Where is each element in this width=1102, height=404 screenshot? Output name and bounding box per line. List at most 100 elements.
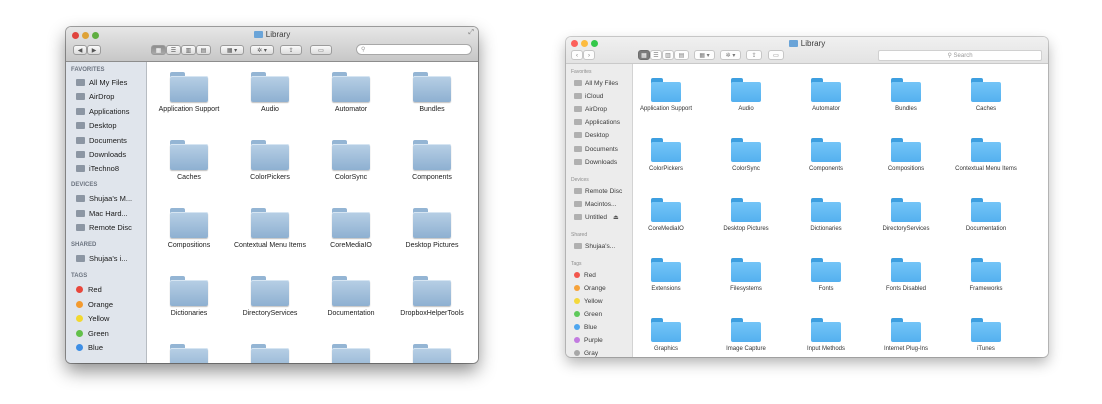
sidebar-tag-red[interactable]: Red [574, 272, 596, 279]
search-input[interactable]: ⚲ Search [878, 50, 1042, 61]
sidebar-tag-orange[interactable]: Orange [76, 300, 113, 309]
arrange-button[interactable]: ▦ ▾ [220, 45, 244, 55]
folder-item[interactable]: Contextual Menu Items [231, 208, 309, 250]
cover-flow-button[interactable]: ▤ [196, 45, 211, 55]
arrange-button[interactable]: ▦ ▾ [694, 50, 715, 60]
folder-item[interactable]: Application Support [150, 72, 228, 114]
folder-item[interactable]: Dictionaries [150, 276, 228, 318]
folder-item[interactable]: Bundles [869, 78, 943, 113]
folder-item[interactable]: Bundles [393, 72, 471, 114]
folder-item[interactable]: Contextual Menu Items [949, 138, 1023, 173]
sidebar-item-remote-disc[interactable]: Remote Disc [574, 188, 622, 195]
folder-item[interactable]: Components [789, 138, 863, 173]
folder-item[interactable]: ColorPickers [231, 140, 309, 182]
share-button[interactable]: ⇪ [746, 50, 762, 60]
folder-item[interactable]: Input Methods [789, 318, 863, 353]
sidebar-tag-yellow[interactable]: Yellow [574, 298, 603, 305]
tags-button[interactable]: ▭ [310, 45, 332, 55]
folder-item[interactable]: iTunes [949, 318, 1023, 353]
column-view-button[interactable]: ▥ [662, 50, 674, 60]
folder-item[interactable]: Audio [709, 78, 783, 113]
folder-item[interactable]: Caches [150, 140, 228, 182]
sidebar-item-applications[interactable]: Applications [574, 119, 620, 126]
sidebar-item-desktop[interactable]: Desktop [76, 121, 117, 130]
sidebar-item-applications[interactable]: Applications [76, 107, 129, 116]
folder-item[interactable]: Dictionaries [789, 198, 863, 233]
action-gear-button[interactable]: ✲ ▾ [720, 50, 741, 60]
sidebar-item-desktop[interactable]: Desktop [574, 132, 609, 139]
folder-item[interactable]: Documentation [312, 276, 390, 318]
sidebar-item-mac-hard-disk[interactable]: Mac Hard... [76, 209, 128, 218]
folder-item[interactable]: Extensions [633, 258, 703, 293]
back-button[interactable]: ◀ [73, 45, 87, 55]
folder-item[interactable]: Desktop Pictures [393, 208, 471, 250]
share-button[interactable]: ⇪ [280, 45, 302, 55]
sidebar-item-airdrop[interactable]: AirDrop [76, 92, 114, 101]
sidebar-tag-gray[interactable]: Gray [574, 350, 598, 357]
folder-item[interactable]: Fonts Disabled [869, 258, 943, 293]
sidebar-item-downloads[interactable]: Downloads [574, 159, 617, 166]
sidebar-tag-orange[interactable]: Orange [574, 285, 606, 292]
action-gear-button[interactable]: ✲ ▾ [250, 45, 274, 55]
sidebar-tag-blue[interactable]: Blue [574, 324, 597, 331]
sidebar-item-icloud[interactable]: iCloud [574, 93, 603, 100]
sidebar-item-home[interactable]: iTechno8 [76, 164, 119, 173]
sidebar-tag-blue[interactable]: Blue [76, 343, 103, 352]
list-view-button[interactable]: ☰ [650, 50, 662, 60]
folder-item[interactable]: Application Support [633, 78, 703, 113]
folder-item[interactable] [312, 344, 390, 363]
search-input[interactable]: ⚲ [356, 44, 472, 55]
folder-item[interactable]: DirectoryServices [869, 198, 943, 233]
icon-view-button[interactable]: ▦ [151, 45, 166, 55]
back-button[interactable]: ‹ [571, 50, 583, 60]
eject-icon[interactable]: ⏏ [613, 215, 619, 221]
folder-item[interactable]: ColorSync [709, 138, 783, 173]
sidebar-tag-green[interactable]: Green [76, 329, 109, 338]
sidebar-item-downloads[interactable]: Downloads [76, 150, 126, 159]
folder-item[interactable]: Components [393, 140, 471, 182]
list-view-button[interactable]: ☰ [166, 45, 181, 55]
sidebar-item-documents[interactable]: Documents [76, 136, 127, 145]
folder-item[interactable]: ColorPickers [633, 138, 703, 173]
folder-item[interactable]: Image Capture [709, 318, 783, 353]
fullscreen-icon[interactable]: ⤢ [468, 29, 474, 37]
sidebar-item-all-my-files[interactable]: All My Files [76, 78, 127, 87]
folder-item[interactable]: Frameworks [949, 258, 1023, 293]
sidebar-tag-green[interactable]: Green [574, 311, 602, 318]
folder-item[interactable]: Fonts [789, 258, 863, 293]
folder-item[interactable] [150, 344, 228, 363]
sidebar-item-shared-computer[interactable]: Shujaa's i... [76, 254, 128, 263]
icon-view-button[interactable]: ▦ [638, 50, 650, 60]
cover-flow-button[interactable]: ▤ [674, 50, 689, 60]
folder-item[interactable]: Audio [231, 72, 309, 114]
sidebar-item-remote-disc[interactable]: Remote Disc [76, 223, 132, 232]
sidebar-item-airdrop[interactable]: AirDrop [574, 106, 607, 113]
folder-item[interactable]: Documentation [949, 198, 1023, 233]
folder-item[interactable]: Desktop Pictures [709, 198, 783, 233]
folder-item[interactable] [231, 344, 309, 363]
column-view-button[interactable]: ▥ [181, 45, 196, 55]
sidebar-item-computer[interactable]: Shujaa's M... [76, 194, 132, 203]
folder-item[interactable]: CoreMediaIO [312, 208, 390, 250]
sidebar-item-shared-computer[interactable]: Shujaa's... [574, 243, 615, 250]
folder-item[interactable]: Graphics [633, 318, 703, 353]
folder-item[interactable] [393, 344, 471, 363]
folder-item[interactable]: Automator [789, 78, 863, 113]
forward-button[interactable]: ▶ [87, 45, 101, 55]
folder-item[interactable]: Filesystems [709, 258, 783, 293]
folder-item[interactable]: DropboxHelperTools [393, 276, 471, 318]
folder-item[interactable]: Automator [312, 72, 390, 114]
tags-button[interactable]: ▭ [768, 50, 784, 60]
sidebar-item-untitled[interactable]: Untitled ⏏ [574, 214, 619, 221]
folder-item[interactable]: Compositions [869, 138, 943, 173]
sidebar-tag-yellow[interactable]: Yellow [76, 314, 109, 323]
folder-item[interactable]: DirectoryServices [231, 276, 309, 318]
sidebar-item-all-my-files[interactable]: All My Files [574, 80, 618, 87]
sidebar-item-documents[interactable]: Documents [574, 146, 618, 153]
folder-item[interactable]: CoreMediaIO [633, 198, 703, 233]
sidebar-tag-purple[interactable]: Purple [574, 337, 603, 344]
folder-item[interactable]: Internet Plug-Ins [869, 318, 943, 353]
folder-item[interactable]: Caches [949, 78, 1023, 113]
sidebar-item-macintosh-hd[interactable]: Macintos... [574, 201, 616, 208]
sidebar-tag-red[interactable]: Red [76, 285, 102, 294]
